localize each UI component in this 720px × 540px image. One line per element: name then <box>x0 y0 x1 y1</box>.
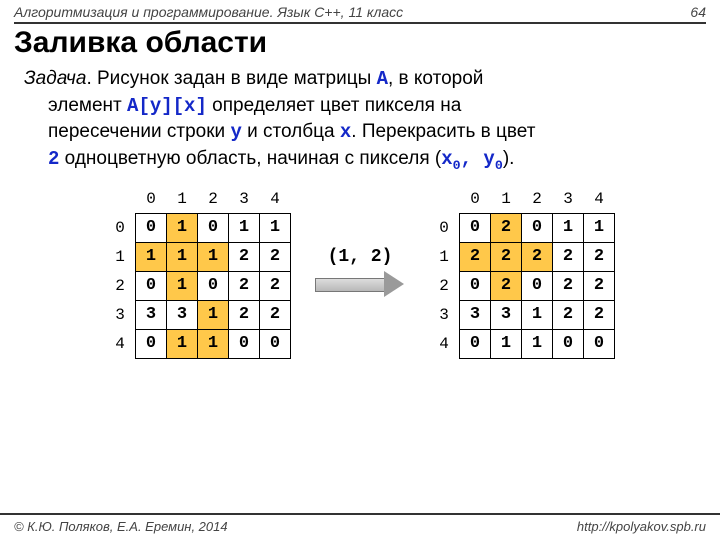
matrix-cell: 2 <box>491 271 522 300</box>
page-title: Заливка области <box>14 26 706 60</box>
matrix-cell: 1 <box>198 300 229 329</box>
matrix-cell: 2 <box>584 271 615 300</box>
course-label: Алгоритмизация и программирование. Язык … <box>14 4 403 20</box>
matrix-cell: 0 <box>584 329 615 358</box>
matrix-cell: 2 <box>553 300 584 329</box>
matrix-cell: 2 <box>229 300 260 329</box>
matrix-cell: 1 <box>584 213 615 242</box>
matrix-cell: 0 <box>136 271 167 300</box>
matrices-area: 01234001011111122201022333122401100 (1, … <box>0 185 720 359</box>
matrix-cell: 2 <box>553 242 584 271</box>
transform-arrow-block: (1, 2) <box>315 247 405 297</box>
row-header: 1 <box>429 242 460 271</box>
matrix-cell: 2 <box>553 271 584 300</box>
row-header: 3 <box>105 300 136 329</box>
matrix-cell: 2 <box>522 242 553 271</box>
matrix-cell: 1 <box>167 329 198 358</box>
col-header: 2 <box>198 185 229 214</box>
matrix-cell: 2 <box>229 271 260 300</box>
row-header: 2 <box>429 271 460 300</box>
matrix-cell: 2 <box>460 242 491 271</box>
var-Ayx: A[y][x] <box>127 95 207 117</box>
page-number: 64 <box>690 4 706 20</box>
matrix-cell: 0 <box>522 271 553 300</box>
row-header: 0 <box>105 213 136 242</box>
task-lead: Задача <box>24 68 86 89</box>
matrix-cell: 2 <box>260 271 291 300</box>
matrix-cell: 0 <box>522 213 553 242</box>
matrix-left: 01234001011111122201022333122401100 <box>105 185 291 359</box>
matrix-cell: 0 <box>553 329 584 358</box>
matrix-cell: 1 <box>260 213 291 242</box>
var-x: x <box>340 121 351 143</box>
col-header: 3 <box>229 185 260 214</box>
col-header: 1 <box>491 185 522 214</box>
col-header: 4 <box>260 185 291 214</box>
divider-top <box>14 22 706 24</box>
matrix-cell: 1 <box>167 242 198 271</box>
matrix-cell: 2 <box>491 242 522 271</box>
slide-header: Алгоритмизация и программирование. Язык … <box>0 0 720 20</box>
row-header: 2 <box>105 271 136 300</box>
matrix-cell: 3 <box>136 300 167 329</box>
url-label: http://kpolyakov.spb.ru <box>577 519 706 534</box>
var-y: y <box>230 121 241 143</box>
copyright-label: © К.Ю. Поляков, Е.А. Еремин, 2014 <box>14 519 228 534</box>
matrix-cell: 1 <box>167 271 198 300</box>
matrix-cell: 1 <box>522 329 553 358</box>
slide-footer: © К.Ю. Поляков, Е.А. Еремин, 2014 http:/… <box>0 513 720 540</box>
matrix-cell: 2 <box>260 242 291 271</box>
row-header: 4 <box>105 329 136 358</box>
row-header: 3 <box>429 300 460 329</box>
matrix-cell: 1 <box>167 213 198 242</box>
matrix-cell: 0 <box>460 329 491 358</box>
matrix-cell: 3 <box>491 300 522 329</box>
start-pixel-label: (1, 2) <box>328 247 393 267</box>
matrix-cell: 3 <box>167 300 198 329</box>
matrix-cell: 1 <box>553 213 584 242</box>
row-header: 1 <box>105 242 136 271</box>
matrix-cell: 3 <box>460 300 491 329</box>
col-header: 0 <box>136 185 167 214</box>
matrix-cell: 0 <box>260 329 291 358</box>
col-header: 2 <box>522 185 553 214</box>
var-A: A <box>377 68 388 90</box>
matrix-cell: 2 <box>584 242 615 271</box>
matrix-cell: 0 <box>460 213 491 242</box>
matrix-cell: 1 <box>198 329 229 358</box>
arrow-icon <box>315 271 405 297</box>
matrix-right: 01234002011122222202022333122401100 <box>429 185 615 359</box>
matrix-cell: 2 <box>260 300 291 329</box>
matrix-cell: 0 <box>198 271 229 300</box>
matrix-cell: 0 <box>198 213 229 242</box>
task-text: Задача. Рисунок задан в виде матрицы A, … <box>24 66 696 175</box>
matrix-cell: 2 <box>584 300 615 329</box>
color-2: 2 <box>48 148 59 170</box>
row-header: 0 <box>429 213 460 242</box>
matrix-cell: 1 <box>229 213 260 242</box>
matrix-cell: 0 <box>229 329 260 358</box>
row-header: 4 <box>429 329 460 358</box>
matrix-cell: 1 <box>136 242 167 271</box>
matrix-cell: 1 <box>522 300 553 329</box>
col-header: 1 <box>167 185 198 214</box>
matrix-cell: 2 <box>229 242 260 271</box>
col-header: 3 <box>553 185 584 214</box>
matrix-cell: 0 <box>136 213 167 242</box>
matrix-cell: 2 <box>491 213 522 242</box>
col-header: 0 <box>460 185 491 214</box>
matrix-cell: 0 <box>136 329 167 358</box>
col-header: 4 <box>584 185 615 214</box>
matrix-cell: 1 <box>198 242 229 271</box>
matrix-cell: 0 <box>460 271 491 300</box>
matrix-cell: 1 <box>491 329 522 358</box>
